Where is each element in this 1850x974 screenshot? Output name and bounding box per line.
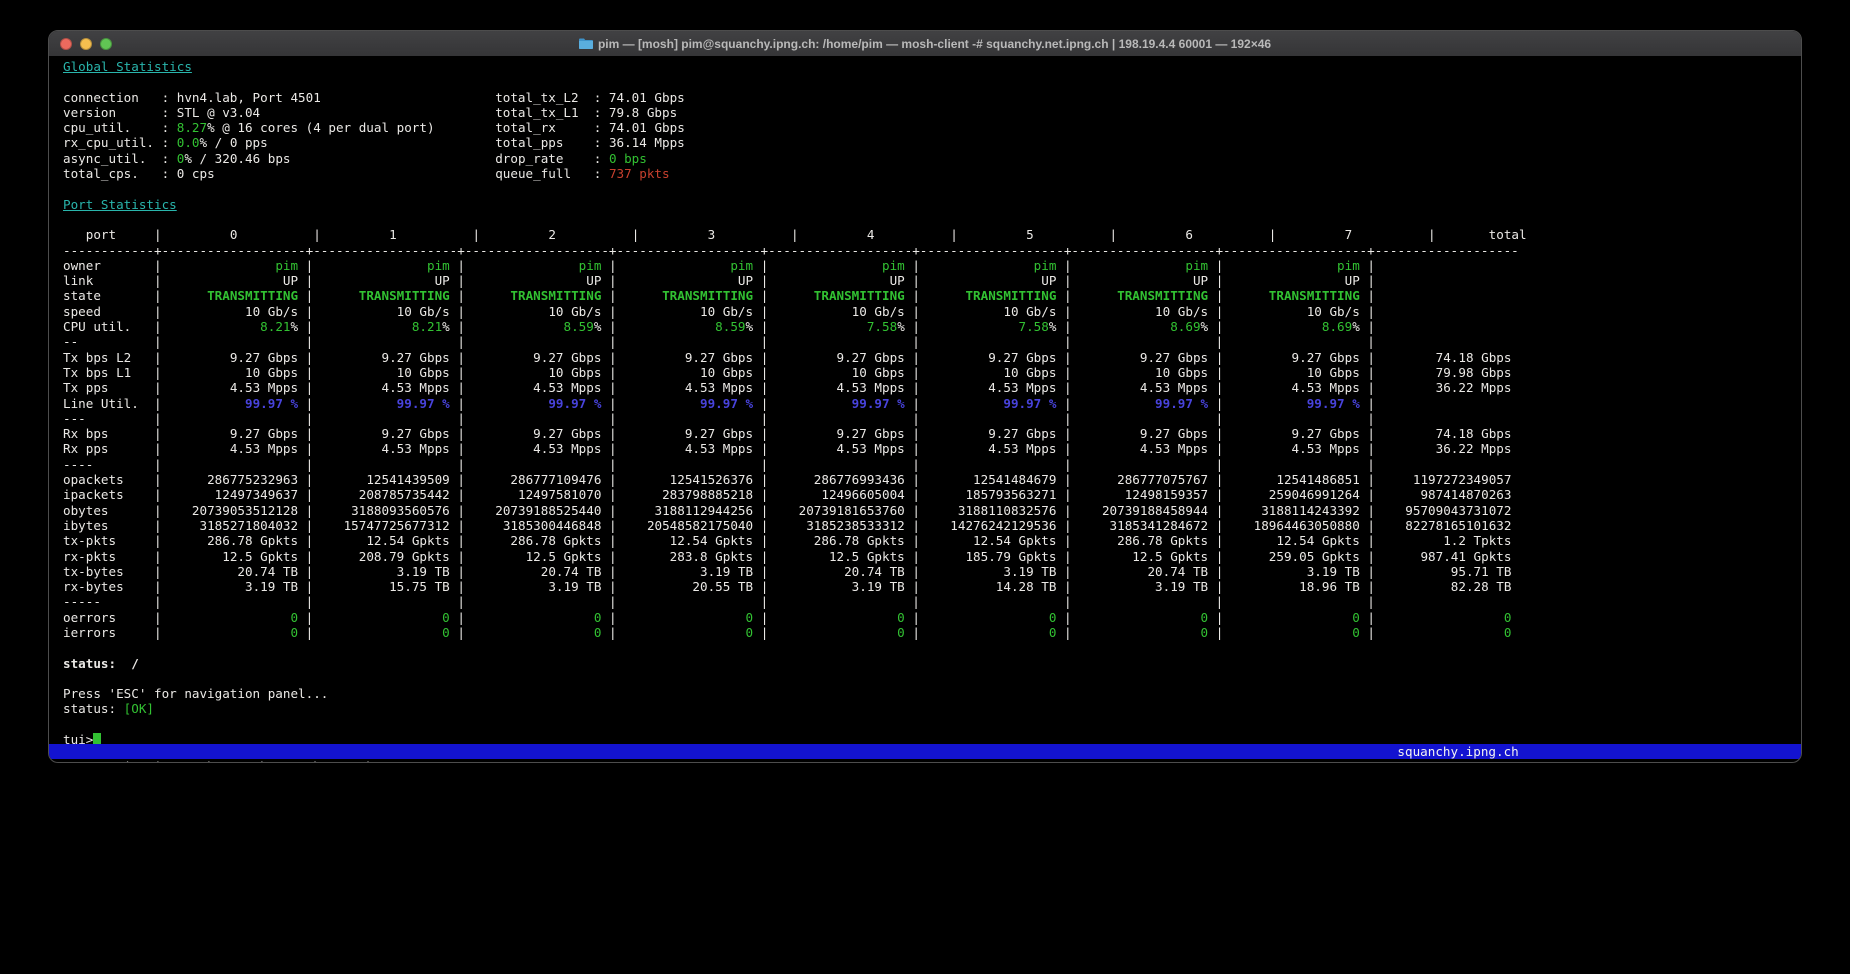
table-row-tx-bps-l1: Tx bps L1 | 10 Gbps | 10 Gbps | 10 Gbps …: [63, 365, 1801, 380]
table-row-rx-pps: Rx pps | 4.53 Mpps | 4.53 Mpps | 4.53 Mp…: [63, 441, 1801, 456]
zoom-button[interactable]: [100, 38, 112, 50]
table-row-cpu-util-: CPU util. | 8.21% | 8.21% | 8.59% | 8.59…: [63, 319, 1801, 334]
global-stat-row: total_cps. : 0 cps queue_full : 737 pkts: [63, 166, 1801, 181]
table-row-tx-pps: Tx pps | 4.53 Mpps | 4.53 Mpps | 4.53 Mp…: [63, 380, 1801, 395]
status-spinner-line: status: /: [63, 656, 1801, 671]
table-row-oerrors: oerrors | 0 | 0 | 0 | 0 | 0 | 0 | 0 | 0 …: [63, 610, 1801, 625]
table-row--: -- | | | | | | | | |: [63, 334, 1801, 349]
close-button[interactable]: [60, 38, 72, 50]
esc-hint-line: Press 'ESC' for navigation panel...: [63, 686, 1801, 701]
blank-line: [63, 212, 1801, 227]
global-stat-row: cpu_util. : 8.27% @ 16 cores (4 per dual…: [63, 120, 1801, 135]
global-stat-row: rx_cpu_util. : 0.0% / 0 pps total_pps : …: [63, 135, 1801, 150]
window-title: pim — [mosh] pim@squanchy.ipng.ch: /home…: [49, 37, 1801, 51]
blank-line: [63, 671, 1801, 686]
table-row-tx-bps-l2: Tx bps L2 | 9.27 Gbps | 9.27 Gbps | 9.27…: [63, 350, 1801, 365]
global-stat-row: connection : hvn4.lab, Port 4501 total_t…: [63, 90, 1801, 105]
terminal-window: pim — [mosh] pim@squanchy.ipng.ch: /home…: [48, 30, 1802, 763]
table-row-obytes: obytes | 20739053512128 | 3188093560576 …: [63, 503, 1801, 518]
port-statistics-heading: Port Statistics: [63, 197, 1801, 212]
table-row-line-util-: Line Util. | 99.97 % | 99.97 % | 99.97 %…: [63, 396, 1801, 411]
table-row-owner: owner | pim | pim | pim | pim | pim | pi…: [63, 258, 1801, 273]
table-row-opackets: opackets | 286775232963 | 12541439509 | …: [63, 472, 1801, 487]
table-row-tx-bytes: tx-bytes | 20.74 TB | 3.19 TB | 20.74 TB…: [63, 564, 1801, 579]
global-statistics-heading: Global Statistics: [63, 59, 1801, 74]
global-stat-row: async_util. : 0% / 320.46 bps drop_rate …: [63, 151, 1801, 166]
table-row-rx-pkts: rx-pkts | 12.5 Gpkts | 208.79 Gpkts | 12…: [63, 549, 1801, 564]
tmux-status-bar: 0:irssi 1:ssh 2:ssh 3:ssh- 4:ssh*squanch…: [49, 744, 1801, 759]
table-row--: ---- | | | | | | | | |: [63, 457, 1801, 472]
blank-line: [63, 181, 1801, 196]
table-row-ibytes: ibytes | 3185271804032 | 15747725677312 …: [63, 518, 1801, 533]
table-row--: ----- | | | | | | | | |: [63, 594, 1801, 609]
table-row-rx-bytes: rx-bytes | 3.19 TB | 15.75 TB | 3.19 TB …: [63, 579, 1801, 594]
blank-line: [63, 74, 1801, 89]
table-row-ierrors: ierrors | 0 | 0 | 0 | 0 | 0 | 0 | 0 | 0 …: [63, 625, 1801, 640]
tmux-hostname: squanchy.ipng.ch: [1397, 744, 1518, 759]
table-row-tx-pkts: tx-pkts | 286.78 Gpkts | 12.54 Gpkts | 2…: [63, 533, 1801, 548]
status-ok-line: status: [OK]: [63, 701, 1801, 716]
titlebar[interactable]: pim — [mosh] pim@squanchy.ipng.ch: /home…: [49, 31, 1801, 57]
global-stat-row: version : STL @ v3.04 total_tx_L1 : 79.8…: [63, 105, 1801, 120]
table-row-state: state | TRANSMITTING | TRANSMITTING | TR…: [63, 288, 1801, 303]
blank-line: [63, 717, 1801, 732]
table-separator-row: ------------+-------------------+-------…: [63, 243, 1801, 258]
window-title-text: pim — [mosh] pim@squanchy.ipng.ch: /home…: [598, 37, 1271, 51]
table-header-row: port | 0 | 1 | 2 | 3 | 4 | 5 | 6 | 7 | t…: [63, 227, 1801, 242]
window-controls: [49, 38, 112, 50]
blank-line: [63, 640, 1801, 655]
minimize-button[interactable]: [80, 38, 92, 50]
folder-icon: [579, 38, 593, 49]
table-row-link: link | UP | UP | UP | UP | UP | UP | UP …: [63, 273, 1801, 288]
tmux-window-list[interactable]: 0:irssi 1:ssh 2:ssh 3:ssh- 4:ssh*: [109, 759, 382, 763]
table-row-rx-bps: Rx bps | 9.27 Gbps | 9.27 Gbps | 9.27 Gb…: [63, 426, 1801, 441]
terminal-screen[interactable]: Global Statistics connection : hvn4.lab, …: [49, 58, 1801, 762]
table-row-ipackets: ipackets | 12497349637 | 208785735442 | …: [63, 487, 1801, 502]
table-row--: --- | | | | | | | | |: [63, 411, 1801, 426]
table-row-speed: speed | 10 Gb/s | 10 Gb/s | 10 Gb/s | 10…: [63, 304, 1801, 319]
